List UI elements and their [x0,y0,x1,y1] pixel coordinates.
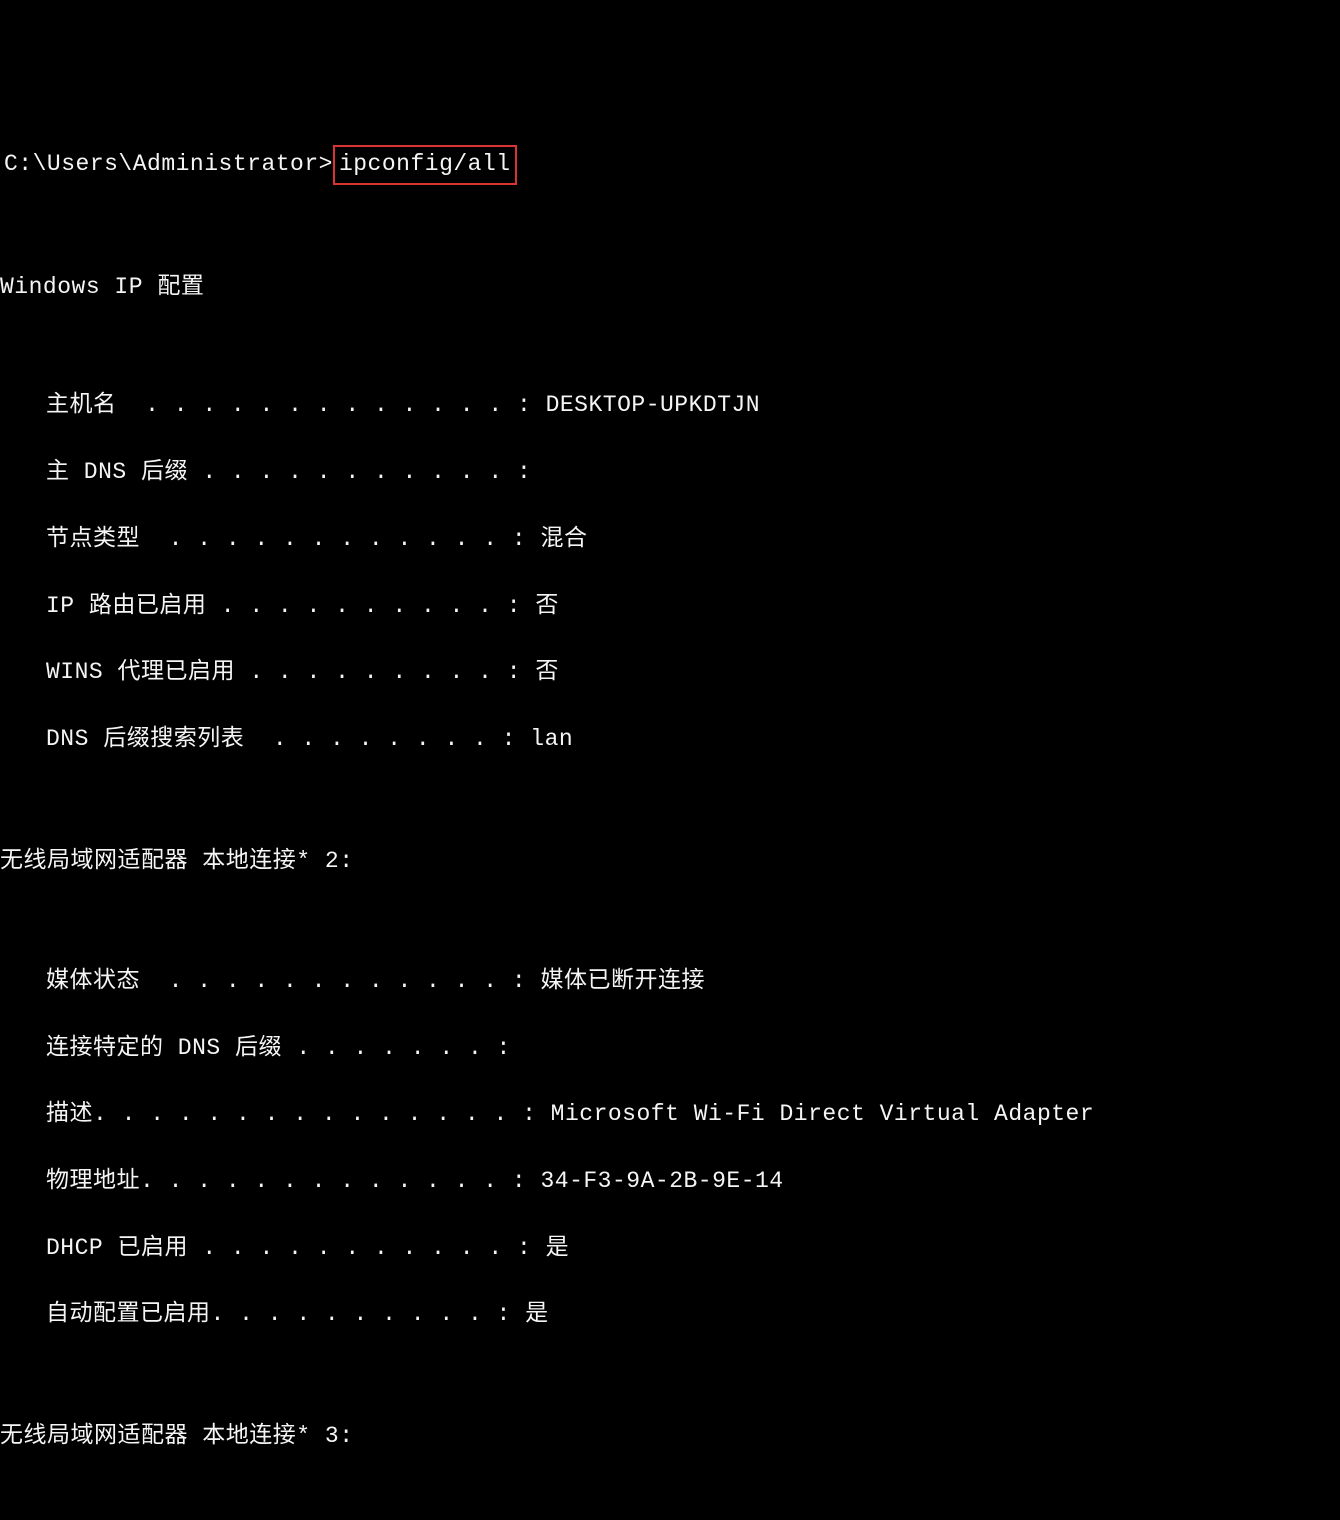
hostname-value: DESKTOP-UPKDTJN [546,389,761,422]
adapter1-physical-addr-label: 物理地址. . . . . . . . . . . . . : [46,1165,540,1198]
ipconfig-header: Windows IP 配置 [0,271,1340,304]
adapter1-conn-dns-row: 连接特定的 DNS 后缀 . . . . . . . : [0,1032,1340,1065]
adapter1-dhcp-row: DHCP 已启用 . . . . . . . . . . . : 是 [0,1232,1340,1265]
primary-dns-suffix-row: 主 DNS 后缀 . . . . . . . . . . . : [0,456,1340,489]
wins-proxy-value: 否 [535,656,559,689]
dns-suffix-search-label: DNS 后缀搜索列表 . . . . . . . . : [46,723,530,756]
command-highlight: ipconfig/all [333,145,517,184]
wins-proxy-row: WINS 代理已启用 . . . . . . . . . : 否 [0,656,1340,689]
command-text: ipconfig/all [339,151,511,177]
adapter1-conn-dns-label: 连接特定的 DNS 后缀 . . . . . . . : [46,1032,511,1065]
adapter1-media-state-label: 媒体状态 . . . . . . . . . . . . : [46,965,540,998]
dns-suffix-search-value: lan [530,723,573,756]
ip-routing-row: IP 路由已启用 . . . . . . . . . . : 否 [0,590,1340,623]
dns-suffix-search-row: DNS 后缀搜索列表 . . . . . . . . : lan [0,723,1340,756]
adapter1-dhcp-value: 是 [546,1232,570,1265]
adapter1-description-label: 描述. . . . . . . . . . . . . . . : [46,1098,551,1131]
adapter1-autoconf-label: 自动配置已启用. . . . . . . . . . : [46,1298,525,1331]
adapter1-autoconf-value: 是 [525,1298,549,1331]
hostname-label: 主机名 . . . . . . . . . . . . . : [46,389,546,422]
adapter1-dhcp-label: DHCP 已启用 . . . . . . . . . . . : [46,1232,546,1265]
adapter1-physical-addr-row: 物理地址. . . . . . . . . . . . . : 34-F3-9A… [0,1165,1340,1198]
adapter1-media-state-value: 媒体已断开连接 [540,965,705,998]
node-type-label: 节点类型 . . . . . . . . . . . . : [46,523,540,556]
adapter1-description-value: Microsoft Wi-Fi Direct Virtual Adapter [551,1098,1095,1131]
node-type-row: 节点类型 . . . . . . . . . . . . : 混合 [0,523,1340,556]
ip-routing-value: 否 [535,590,559,623]
adapter1-description-row: 描述. . . . . . . . . . . . . . . : Micros… [0,1098,1340,1131]
command-prompt-line[interactable]: C:\Users\Administrator>ipconfig/all [0,145,1340,184]
adapter1-autoconf-row: 自动配置已启用. . . . . . . . . . : 是 [0,1298,1340,1331]
node-type-value: 混合 [540,523,587,556]
ip-routing-label: IP 路由已启用 . . . . . . . . . . : [46,590,535,623]
primary-dns-suffix-label: 主 DNS 后缀 . . . . . . . . . . . : [46,456,531,489]
adapter1-physical-addr-value: 34-F3-9A-2B-9E-14 [540,1165,783,1198]
adapter2-header: 无线局域网适配器 本地连接* 3: [0,1420,1340,1453]
hostname-row: 主机名 . . . . . . . . . . . . . : DESKTOP-… [0,389,1340,422]
wins-proxy-label: WINS 代理已启用 . . . . . . . . . : [46,656,535,689]
adapter1-media-state-row: 媒体状态 . . . . . . . . . . . . : 媒体已断开连接 [0,965,1340,998]
prompt-path: C:\Users\Administrator> [4,151,333,177]
adapter1-header: 无线局域网适配器 本地连接* 2: [0,845,1340,878]
